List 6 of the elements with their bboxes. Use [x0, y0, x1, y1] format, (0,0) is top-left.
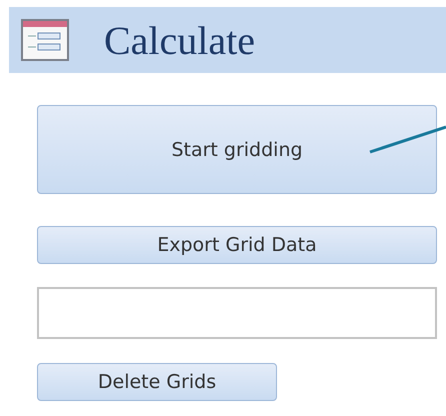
- form-title: Calculate: [104, 16, 256, 64]
- action-button[interactable]: Start gridding: [37, 105, 437, 194]
- action-button[interactable]: Delete Grids: [37, 363, 277, 401]
- text-field[interactable]: [37, 287, 437, 339]
- form-icon: [20, 18, 70, 62]
- action-button[interactable]: Export Grid Data: [37, 226, 437, 264]
